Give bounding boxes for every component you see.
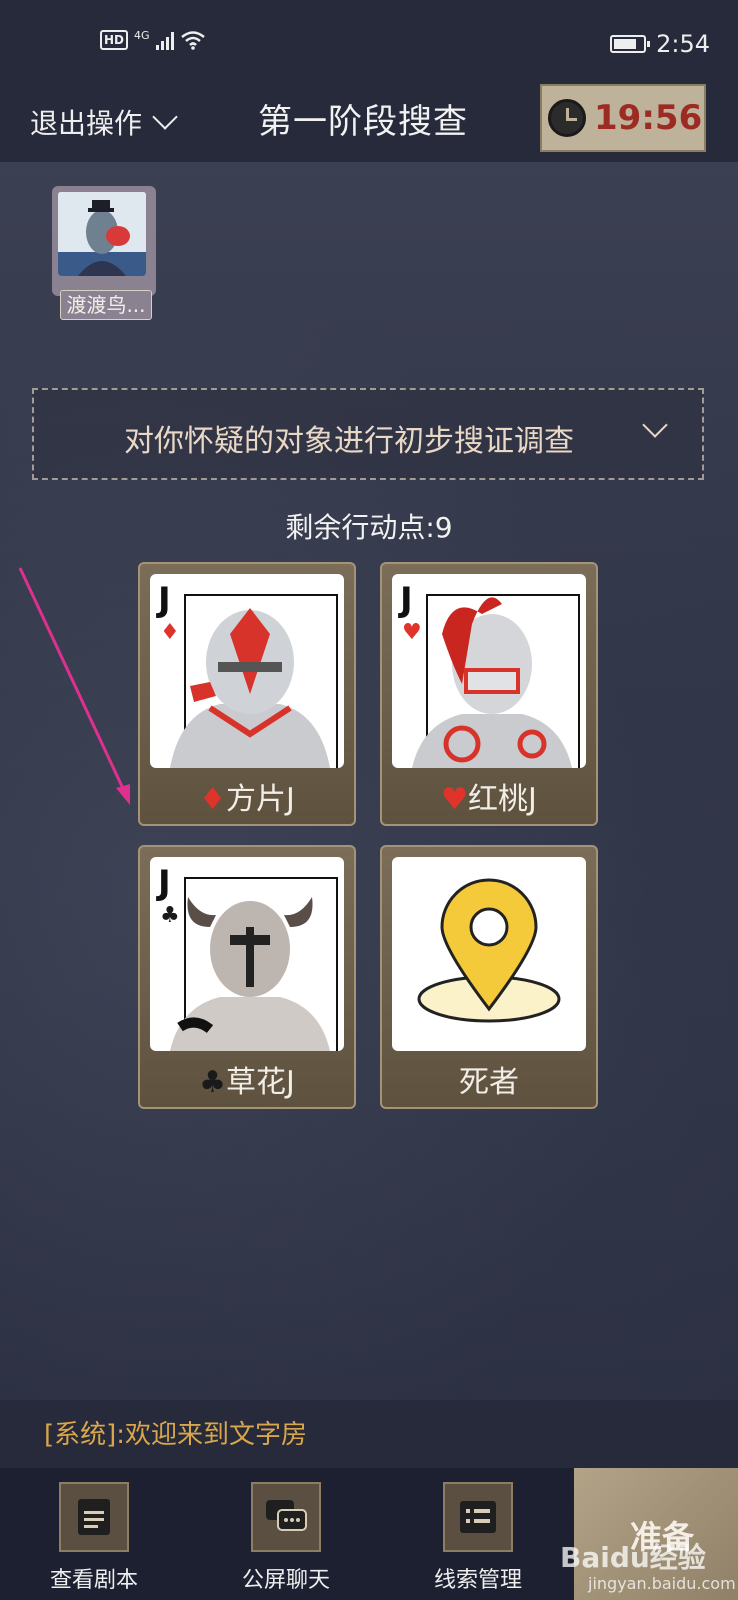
battery-icon: [610, 35, 651, 53]
clock-time: 2:54: [656, 30, 710, 58]
scene-background: [0, 162, 738, 1400]
countdown-timer: 19:56: [540, 84, 706, 152]
watermark-url: jingyan.baidu.com: [588, 1574, 736, 1593]
task-text: 对你怀疑的对象进行初步搜证调查: [124, 424, 574, 459]
location-pin-icon: [417, 878, 561, 1023]
deceased-image: [392, 857, 586, 1051]
diamond-knight-image: J ♦: [150, 574, 344, 768]
card-name: 红桃J: [468, 782, 537, 817]
status-right: 2:54: [610, 30, 710, 58]
knight-helmet-icon: [412, 597, 572, 768]
system-message: [系统]:欢迎来到文字房: [44, 1420, 308, 1450]
player-avatar[interactable]: [52, 186, 156, 296]
network-status: HD 4G: [100, 28, 206, 50]
wifi-icon: [180, 31, 205, 50]
status-bar: HD 4G 2:54: [0, 0, 738, 90]
card-name: 草花J: [226, 1065, 295, 1100]
hd-badge: HD: [100, 30, 129, 50]
heart-knight-image: J ♥: [392, 574, 586, 768]
signal-icon: [155, 30, 174, 50]
tab-label: 查看剧本: [49, 1568, 138, 1593]
dodo-bird-avatar-icon: [58, 192, 146, 276]
knight-helmet-icon: [170, 608, 330, 768]
exit-operation-dropdown[interactable]: 退出操作: [30, 102, 178, 142]
avatar-name: 渡渡鸟...: [60, 290, 152, 320]
task-dropdown[interactable]: 对你怀疑的对象进行初步搜证调查: [32, 388, 704, 480]
clue-list-icon: [443, 1482, 513, 1552]
card-name: 方片J: [226, 782, 295, 817]
tab-label: 线索管理: [433, 1568, 522, 1593]
card-label: ♦方片J: [140, 774, 354, 818]
tab-view-script[interactable]: 查看剧本: [24, 1482, 164, 1594]
card-club-jack[interactable]: J ♣ ♣草花J: [138, 845, 356, 1109]
card-deceased[interactable]: 死者: [380, 845, 598, 1109]
tab-label: 公屏聊天: [241, 1568, 330, 1593]
chat-bubble-icon: [251, 1482, 321, 1552]
tab-clue-management[interactable]: 线索管理: [408, 1482, 548, 1594]
tab-public-chat[interactable]: 公屏聊天: [216, 1482, 356, 1594]
card-heart-jack[interactable]: J ♥ ♥红桃J: [380, 562, 598, 826]
club-icon: ♣: [199, 1065, 227, 1100]
chevron-down-icon: [642, 412, 668, 438]
heart-icon: ♥: [441, 782, 469, 817]
script-book-icon: [59, 1482, 129, 1552]
alarm-clock-icon: [548, 99, 586, 137]
club-knight-image: J ♣: [150, 857, 344, 1051]
timer-value: 19:56: [594, 98, 703, 138]
chat-area[interactable]: [系统]:欢迎来到文字房: [0, 1400, 738, 1468]
game-header: 退出操作 第一阶段搜查 19:56: [0, 84, 738, 162]
diamond-icon: ♦: [199, 782, 227, 817]
exit-operation-label: 退出操作: [30, 107, 143, 140]
action-points: 剩余行动点:9: [285, 511, 453, 544]
baidu-watermark: Baidu经验: [560, 1541, 706, 1574]
chevron-down-icon: [152, 104, 178, 130]
card-label: ♣草花J: [140, 1057, 354, 1101]
card-label: ♥红桃J: [382, 774, 596, 818]
card-label: 死者: [459, 1065, 519, 1100]
horned-knight-helmet-icon: [170, 897, 330, 1051]
page-title: 第一阶段搜查: [258, 102, 468, 142]
network-type: 4G: [134, 28, 150, 42]
card-diamond-jack[interactable]: J ♦ ♦方片J: [138, 562, 356, 826]
